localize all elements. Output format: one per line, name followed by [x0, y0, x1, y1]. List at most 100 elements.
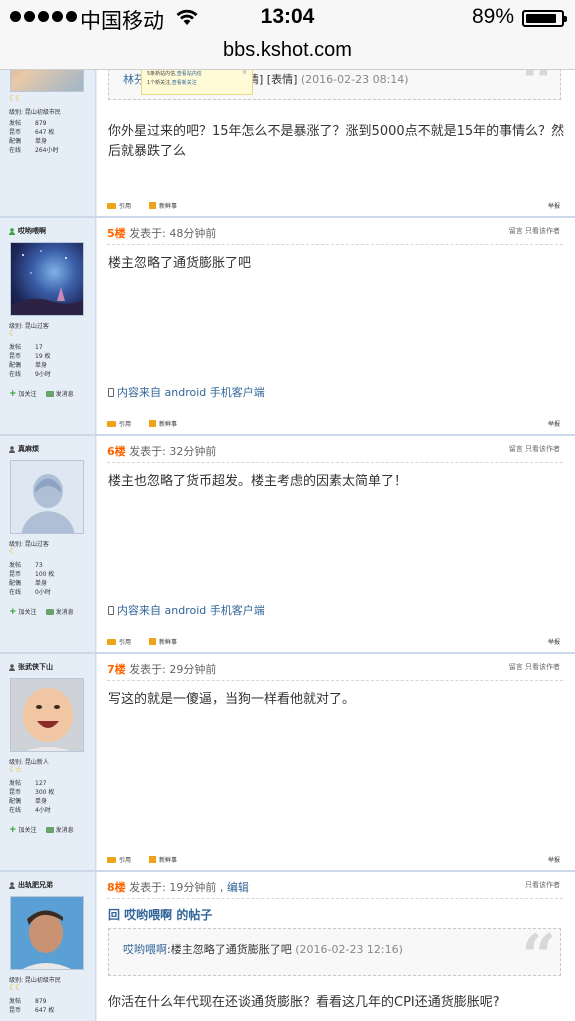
- post-content: 5楼 发表于: 48分钟前 留言 只看该作者 楼主忽略了通货膨胀了吧 内容来自 …: [97, 218, 575, 434]
- status-bar: 中国移动 13:04 89%: [0, 0, 575, 36]
- post-content: 8楼 发表于: 19分钟前 , 编辑 只看该作者 回 哎哟喂啊 的帖子 哎哟喂啊…: [97, 872, 575, 1021]
- floor-number[interactable]: 7楼: [107, 663, 126, 676]
- quote-icon: [107, 420, 116, 427]
- client-source[interactable]: 内容来自 android 手机客户端: [108, 384, 265, 400]
- divider: [107, 462, 563, 463]
- battery-percentage: 89%: [472, 5, 515, 28]
- client-source[interactable]: 内容来自 android 手机客户端: [108, 602, 265, 618]
- user-icon: [9, 445, 15, 453]
- report-button[interactable]: 举报: [548, 419, 560, 428]
- divider: [107, 244, 563, 245]
- post-footer: 引用 新鲜事 举报: [107, 201, 560, 210]
- post-tools[interactable]: 留言 只看该作者: [509, 226, 560, 236]
- quote-author[interactable]: 哎哟喂啊: [123, 943, 167, 956]
- quote-icon: [107, 202, 116, 209]
- post-footer: 引用 新鲜事 举报: [107, 419, 560, 428]
- quote-icon: [107, 856, 116, 863]
- author-name[interactable]: 出轨肥兄弟: [9, 880, 53, 890]
- quote-mark-icon: “: [521, 922, 556, 992]
- message-button[interactable]: 发消息: [45, 825, 74, 834]
- author-stats: 发帖 879 昆币 647 枚: [9, 998, 55, 1014]
- message-button[interactable]: 发消息: [45, 607, 74, 616]
- post-7: 张武侠下山 级别: 昆山新人 ☾☆ 发帖 127 昆币 300 枚 配偶 单身 在线 4…: [0, 654, 575, 872]
- report-button[interactable]: 举报: [548, 855, 560, 864]
- author-avatar[interactable]: [10, 70, 84, 92]
- author-avatar[interactable]: [10, 896, 84, 970]
- post-time: 发表于: 48分钟前: [129, 227, 217, 240]
- post-5: 哎哟喂啊 级别: 昆山过客 ☾ 发帖 17 昆币 19 枚 配偶 单身 在线 9小时 +…: [0, 218, 575, 436]
- envelope-icon: [45, 826, 54, 833]
- post-tools[interactable]: 留言 只看该作者: [509, 444, 560, 454]
- post-6: 真麻烦 级别: 昆山过客 ☾ 发帖 73 昆币 100 枚 配偶 单身 在线 0小时 +…: [0, 436, 575, 654]
- fresh-button[interactable]: 新鲜事: [149, 855, 177, 864]
- author-avatar[interactable]: [10, 460, 84, 534]
- author-level: 级别: 昆山初级市民: [9, 109, 61, 116]
- author-sidebar: 张武侠下山 级别: 昆山新人 ☾☆ 发帖 127 昆币 300 枚 配偶 单身 在线 4…: [0, 654, 96, 870]
- post-tools[interactable]: 留言 只看该作者: [509, 662, 560, 672]
- notification-tooltip: 5条新站内信,查看站内信 1个新关注,查看新关注 ×: [141, 70, 253, 95]
- post-content: 林芬 情] [表情] (2016-02-23 08:14) “ 5条新站内信,查…: [97, 70, 575, 216]
- fresh-button[interactable]: 新鲜事: [149, 419, 177, 428]
- floor-number[interactable]: 8楼: [107, 881, 126, 894]
- follow-button[interactable]: + 加关注: [9, 389, 37, 398]
- post-footer: 引用 新鲜事 举报: [107, 637, 560, 646]
- fresh-icon: [149, 856, 157, 863]
- envelope-icon: [45, 608, 54, 615]
- forum-thread: ☾☾ 级别: 昆山初级市民 发帖 879 昆币 647 枚 配偶 单身 在线 264小时…: [0, 70, 575, 1021]
- envelope-icon: [45, 390, 54, 397]
- view-follows-link[interactable]: 查看新关注: [172, 80, 197, 86]
- fresh-icon: [149, 420, 157, 427]
- fresh-icon: [149, 638, 157, 645]
- quote-button[interactable]: 引用: [107, 201, 131, 210]
- author-avatar[interactable]: [10, 242, 84, 316]
- user-icon: [9, 663, 15, 671]
- level-moon-icon: ☾: [9, 547, 16, 556]
- message-button[interactable]: 发消息: [45, 389, 74, 398]
- floor-number[interactable]: 6楼: [107, 445, 126, 458]
- author-sidebar: 真麻烦 级别: 昆山过客 ☾ 发帖 73 昆币 100 枚 配偶 单身 在线 0小时 +…: [0, 436, 96, 652]
- address-bar[interactable]: bbs.kshot.com: [0, 36, 575, 70]
- plus-icon: +: [9, 606, 17, 617]
- view-messages-link[interactable]: 查看站内信: [177, 71, 202, 77]
- quote-button[interactable]: 引用: [107, 855, 131, 864]
- post-4: ☾☾ 级别: 昆山初级市民 发帖 879 昆币 647 枚 配偶 单身 在线 264小时…: [0, 70, 575, 218]
- author-name[interactable]: 哎哟喂啊: [9, 226, 46, 236]
- level-moons-icon: ☾☾: [9, 94, 22, 103]
- fresh-button[interactable]: 新鲜事: [149, 201, 177, 210]
- author-stats: 发帖 879 昆币 647 枚 配偶 单身 在线 264小时: [9, 120, 59, 154]
- author-sidebar: ☾☾ 级别: 昆山初级市民 发帖 879 昆币 647 枚 配偶 单身 在线 264小时: [0, 70, 96, 216]
- author-avatar[interactable]: [10, 678, 84, 752]
- post-time: 发表于: 19分钟前 ,: [129, 881, 224, 894]
- follow-button[interactable]: + 加关注: [9, 825, 37, 834]
- phone-icon: [108, 387, 114, 397]
- fresh-icon: [149, 202, 157, 209]
- author-stats: 发帖 73 昆币 100 枚 配偶 单身 在线 0小时: [9, 562, 55, 596]
- tooltip-close-icon[interactable]: ×: [242, 70, 247, 77]
- user-icon: [9, 227, 15, 235]
- post-tools[interactable]: 只看该作者: [525, 880, 560, 890]
- edit-link[interactable]: 编辑: [227, 881, 249, 894]
- quote-button[interactable]: 引用: [107, 637, 131, 646]
- level-moon-icon: ☾: [9, 329, 16, 338]
- phone-icon: [108, 605, 114, 615]
- author-name[interactable]: 张武侠下山: [9, 662, 53, 672]
- post-content: 7楼 发表于: 29分钟前 留言 只看该作者 写这的就是一傻逼，当狗一样看他就对…: [97, 654, 575, 870]
- fresh-button[interactable]: 新鲜事: [149, 637, 177, 646]
- post-body: 楼主忽略了通货膨胀了吧: [108, 256, 252, 271]
- quote-button[interactable]: 引用: [107, 419, 131, 428]
- report-button[interactable]: 举报: [548, 201, 560, 210]
- author-name[interactable]: 真麻烦: [9, 444, 39, 454]
- battery-icon: [522, 10, 567, 27]
- follow-button[interactable]: + 加关注: [9, 607, 37, 616]
- plus-icon: +: [9, 824, 17, 835]
- divider: [107, 680, 563, 681]
- reply-title[interactable]: 回 哎哟喂啊 的帖子: [108, 906, 212, 923]
- author-stats: 发帖 127 昆币 300 枚 配偶 单身 在线 4小时: [9, 780, 55, 814]
- report-button[interactable]: 举报: [548, 637, 560, 646]
- post-time: 发表于: 29分钟前: [129, 663, 217, 676]
- level-moons-icon: ☾☾: [9, 983, 22, 992]
- post-8: 出轨肥兄弟 级别: 昆山初级市民 ☾☾ 发帖 879 昆币 647 枚 8楼 发表于…: [0, 872, 575, 1021]
- plus-icon: +: [9, 388, 17, 399]
- floor-number[interactable]: 5楼: [107, 227, 126, 240]
- quote-icon: [107, 638, 116, 645]
